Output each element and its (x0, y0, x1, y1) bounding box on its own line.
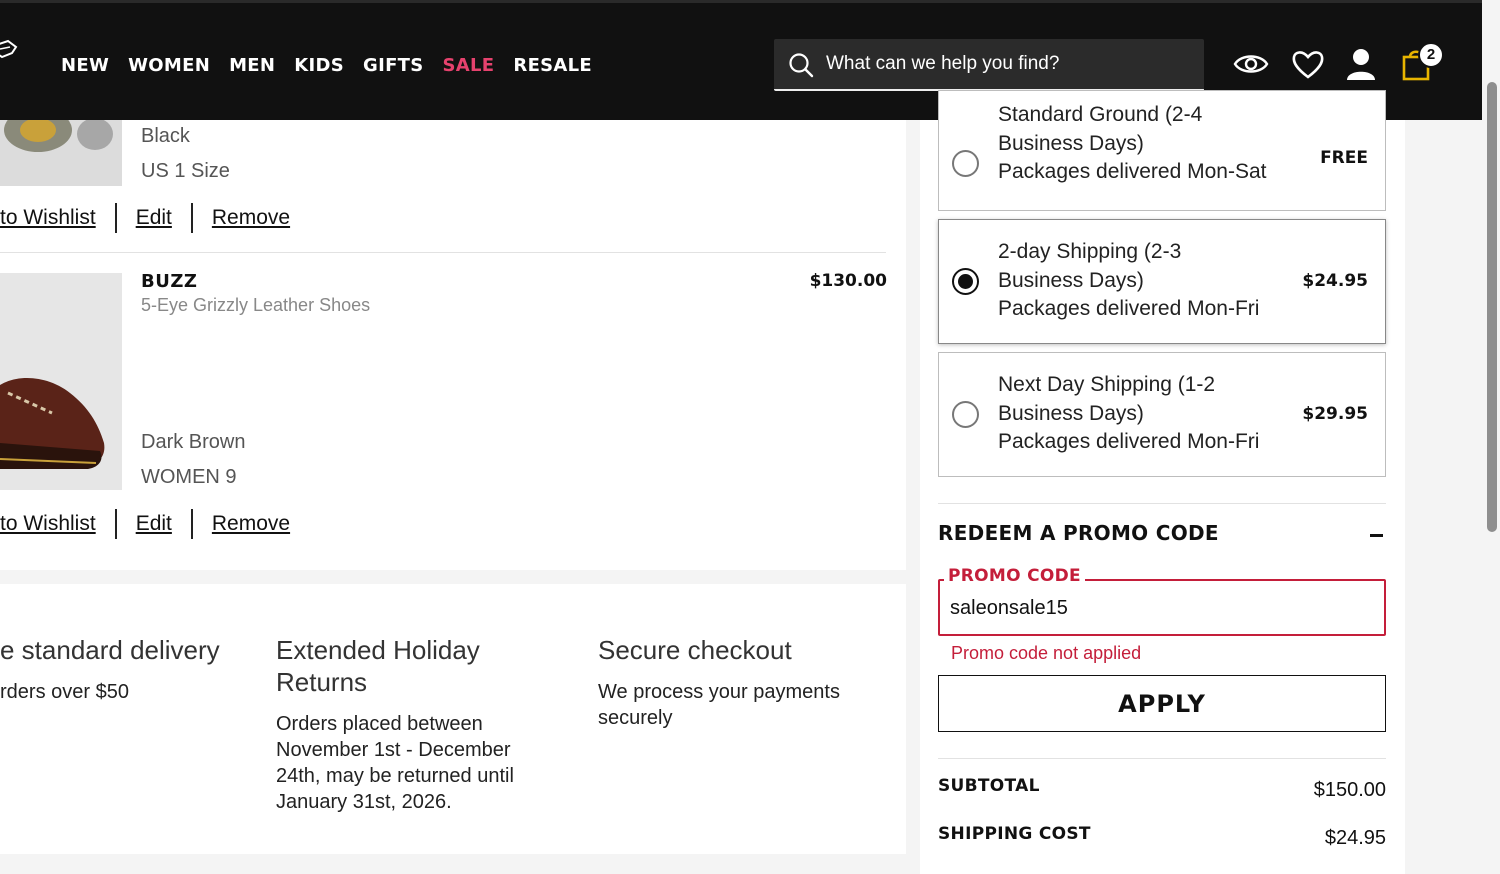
benefit-returns-title-2: Returns (276, 667, 368, 697)
edit-link[interactable]: Edit (136, 512, 172, 536)
nav-kids[interactable]: KIDS (294, 55, 344, 76)
benefit-delivery-text: rders over $50 (0, 681, 129, 703)
item2-price: $130.00 (809, 271, 887, 291)
shipping-option-days: Business Days) (998, 268, 1144, 292)
cart-items-panel: Black US 1 Size to Wishlist Edit Remove … (0, 120, 906, 570)
remove-link[interactable]: Remove (212, 512, 290, 536)
move-to-wishlist-link[interactable]: to Wishlist (0, 206, 96, 230)
divider (938, 758, 1386, 759)
shipping-option-title: Standard Ground (2-4 (998, 103, 1203, 126)
benefit-delivery-title: e standard delivery (0, 635, 220, 665)
shipping-option-note: Packages delivered Mon-Fri (998, 297, 1260, 320)
shipping-option-price: $24.95 (1302, 271, 1368, 291)
logo-icon[interactable] (0, 39, 20, 65)
item2-color: Dark Brown (141, 431, 246, 453)
shipping-option-nextday[interactable]: Next Day Shipping (1-2 Business Days) Pa… (938, 352, 1386, 477)
shipping-cost-value: $24.95 (1324, 827, 1386, 849)
benefit-secure-text-1: We process your payments (598, 681, 840, 703)
shipping-radio-selected[interactable] (952, 268, 979, 295)
eye-icon[interactable] (1233, 47, 1269, 81)
shipping-option-note: Packages delivered Mon-Sat (998, 160, 1267, 183)
shipping-cost-label: SHIPPING COST (938, 824, 1091, 844)
search-icon[interactable] (788, 52, 814, 78)
search-input[interactable] (826, 49, 1186, 79)
subtotal-value: $150.00 (1313, 779, 1386, 801)
promo-code-label: PROMO CODE (944, 566, 1085, 586)
nav-new[interactable]: NEW (61, 55, 109, 76)
item2-actions: to Wishlist Edit Remove (0, 509, 290, 539)
item1-size: US 1 Size (141, 160, 230, 182)
scrollbar-thumb[interactable] (1487, 82, 1497, 532)
shipping-option-2day[interactable]: 2-day Shipping (2-3 Business Days) Packa… (938, 219, 1386, 344)
item2-size: WOMEN 9 (141, 466, 237, 488)
apply-button[interactable]: APPLY (938, 675, 1386, 732)
collapse-minus-icon[interactable] (1370, 534, 1383, 537)
benefit-returns-title-1: Extended Holiday (276, 635, 480, 665)
shipping-option-price: FREE (1320, 148, 1368, 168)
item2-description: 5-Eye Grizzly Leather Shoes (141, 295, 371, 315)
move-to-wishlist-link[interactable]: to Wishlist (0, 512, 96, 536)
nav-men[interactable]: MEN (229, 55, 275, 76)
search-bar[interactable] (774, 39, 1204, 91)
benefit-returns-text-4: January 31st, 2026. (276, 791, 452, 813)
benefit-returns-text-2: November 1st - December (276, 739, 511, 761)
remove-link[interactable]: Remove (212, 206, 290, 230)
nav-sale[interactable]: SALE (443, 55, 495, 76)
main-nav: NEW WOMEN MEN KIDS GIFTS SALE RESALE (61, 55, 611, 76)
subtotal-label: SUBTOTAL (938, 776, 1040, 796)
nav-resale[interactable]: RESALE (513, 55, 592, 76)
divider (114, 203, 117, 233)
benefit-secure-title: Secure checkout (598, 635, 792, 665)
shipping-option-title: Next Day Shipping (1-2 (998, 373, 1216, 396)
product-image[interactable] (0, 120, 122, 186)
user-icon[interactable] (1343, 47, 1379, 81)
promo-code-input[interactable] (950, 595, 1370, 621)
benefit-returns-text-1: Orders placed between (276, 713, 483, 735)
shipping-option-standard[interactable]: Standard Ground (2-4 Business Days) Pack… (938, 90, 1386, 211)
product-image[interactable] (0, 273, 122, 490)
nav-women[interactable]: WOMEN (128, 55, 210, 76)
item-divider (0, 252, 886, 253)
shipping-radio[interactable] (952, 150, 979, 177)
shipping-option-days: Business Days) (998, 401, 1144, 425)
shipping-option-days: Business Days) (998, 131, 1144, 155)
bag-count-badge: 2 (1418, 42, 1444, 68)
shipping-radio[interactable] (952, 401, 979, 428)
benefit-returns-text-3: 24th, may be returned until (276, 765, 514, 787)
divider (114, 509, 117, 539)
shipping-option-note: Packages delivered Mon-Fri (998, 430, 1260, 453)
shipping-option-price: $29.95 (1302, 404, 1368, 424)
edit-link[interactable]: Edit (136, 206, 172, 230)
nav-gifts[interactable]: GIFTS (363, 55, 424, 76)
promo-heading[interactable]: REDEEM A PROMO CODE (938, 521, 1219, 545)
order-summary: Standard Ground (2-4 Business Days) Pack… (920, 90, 1405, 874)
promo-error-message: Promo code not applied (951, 643, 1142, 663)
heart-icon[interactable] (1290, 47, 1326, 81)
divider (190, 509, 193, 539)
benefit-secure-text-2: securely (598, 707, 673, 729)
promo-code-field[interactable] (938, 579, 1386, 636)
shipping-option-title: 2-day Shipping (2-3 (998, 240, 1182, 263)
item1-actions: to Wishlist Edit Remove (0, 203, 290, 233)
divider (938, 503, 1386, 504)
benefits-section: e standard delivery rders over $50 Exten… (0, 584, 906, 854)
divider (190, 203, 193, 233)
item2-name[interactable]: BUZZ (141, 271, 197, 292)
item1-color: Black (141, 125, 190, 147)
